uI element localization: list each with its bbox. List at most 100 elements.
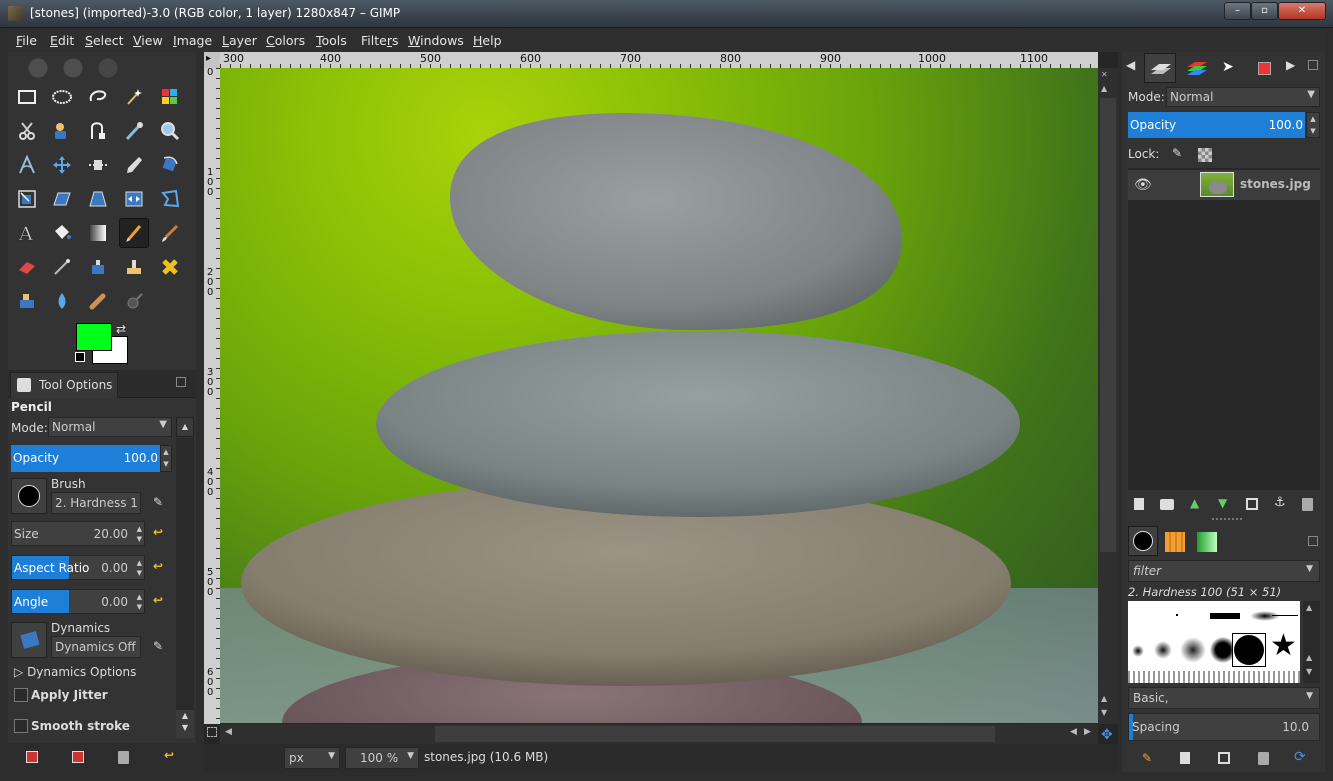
- selected-brush-cell[interactable]: [1232, 633, 1266, 667]
- configure-tab-icon[interactable]: [176, 377, 186, 387]
- layer-opacity-slider[interactable]: Opacity 100.0: [1128, 112, 1305, 138]
- tab-gradients-icon[interactable]: [1197, 532, 1217, 552]
- vertical-ruler[interactable]: 0 1 0 0 2 0 0 3 0 0 4 0 0 5 0 0 6 0 0: [204, 68, 220, 724]
- raise-layer-icon[interactable]: ▲: [1190, 496, 1199, 510]
- menu-edit[interactable]: Edit: [50, 33, 74, 48]
- brush-preset-dropdown[interactable]: Basic, ▼: [1128, 687, 1320, 709]
- tab-brushes[interactable]: [1128, 526, 1158, 556]
- delete-layer-icon[interactable]: [1302, 498, 1313, 511]
- edit-dynamics-icon[interactable]: ✎: [153, 639, 163, 653]
- edit-brush-button-icon[interactable]: ✎: [1142, 751, 1152, 765]
- dynamics-options-expander[interactable]: ▷ Dynamics Options: [14, 665, 136, 679]
- horizontal-ruler[interactable]: 300 400 500 600 700 800 900 1000 1100: [220, 52, 1098, 68]
- apply-jitter-checkbox[interactable]: [14, 688, 28, 702]
- default-colors-icon[interactable]: [75, 352, 85, 362]
- quick-mask-toggle-icon[interactable]: [207, 727, 217, 737]
- crop-tool-icon[interactable]: [119, 150, 149, 180]
- ink-tool-icon[interactable]: [83, 252, 113, 282]
- edit-brush-icon[interactable]: ✎: [153, 495, 163, 509]
- alignment-tool-icon[interactable]: [83, 150, 113, 180]
- scroll-up-button[interactable]: ▲: [176, 417, 194, 437]
- window-titlebar[interactable]: [stones] (imported)-3.0 (RGB color, 1 la…: [0, 0, 1333, 28]
- vertical-scroll-thumb[interactable]: [1100, 98, 1116, 552]
- flip-tool-icon[interactable]: [119, 184, 149, 214]
- navigate-image-icon[interactable]: ✥: [1101, 727, 1113, 743]
- opacity-slider[interactable]: Opacity 100.0: [11, 445, 160, 472]
- layer-row[interactable]: 👁 stones.jpg: [1128, 170, 1320, 200]
- select-by-color-tool-icon[interactable]: [155, 82, 185, 112]
- size-slider[interactable]: Size 20.00 ▲ ▼: [11, 521, 145, 546]
- menu-tools[interactable]: Tools: [316, 33, 347, 48]
- restore-options-icon[interactable]: [72, 751, 84, 763]
- blur-tool-icon[interactable]: [47, 286, 77, 316]
- airbrush-tool-icon[interactable]: [47, 252, 77, 282]
- menu-help[interactable]: Help: [473, 33, 502, 48]
- lower-layer-icon[interactable]: ▼: [1218, 496, 1227, 510]
- maximize-button[interactable]: ▫: [1251, 2, 1278, 20]
- move-tool-icon[interactable]: [47, 150, 77, 180]
- cage-transform-tool-icon[interactable]: [155, 184, 185, 214]
- dynamics-preview-button[interactable]: [11, 622, 47, 658]
- paths-tool-icon[interactable]: [83, 116, 113, 146]
- scroll-down-button[interactable]: ▲ ▼: [176, 710, 194, 738]
- horizontal-scrollbar[interactable]: ◀ ◀ ▶: [220, 724, 1098, 744]
- blend-tool-icon[interactable]: [83, 218, 113, 248]
- configure-layers-tab-icon[interactable]: [1308, 60, 1318, 70]
- new-brush-icon[interactable]: [1180, 752, 1190, 764]
- panel-resize-handle[interactable]: [1212, 518, 1242, 521]
- lock-pixels-icon[interactable]: ✎: [1172, 146, 1182, 160]
- eye-visibility-icon[interactable]: 👁: [1134, 177, 1152, 193]
- menu-filters[interactable]: Filters: [361, 33, 398, 48]
- spacing-slider[interactable]: Spacing 10.0: [1128, 713, 1320, 741]
- brush-preview-button[interactable]: [11, 478, 47, 514]
- smudge-tool-icon[interactable]: [83, 286, 113, 316]
- smooth-stroke-checkbox[interactable]: [14, 719, 28, 733]
- brush-grid[interactable]: ★: [1128, 601, 1300, 683]
- text-tool-icon[interactable]: A: [12, 218, 42, 248]
- layer-opacity-spin-button[interactable]: ▲ ▼: [1306, 112, 1320, 138]
- menu-colors[interactable]: Colors: [266, 33, 305, 48]
- horizontal-scroll-thumb[interactable]: [435, 726, 995, 742]
- tab-patterns-icon[interactable]: [1165, 532, 1185, 552]
- paintbrush-tool-icon[interactable]: [155, 218, 185, 248]
- lock-alpha-icon[interactable]: [1198, 148, 1212, 162]
- menu-file[interactable]: File: [16, 33, 37, 48]
- tool-options-scrollbar[interactable]: [176, 438, 194, 710]
- configure-brushes-tab-icon[interactable]: [1308, 536, 1318, 546]
- dock-scroll-left-icon[interactable]: ◀: [1126, 58, 1135, 72]
- menu-image[interactable]: Image: [173, 33, 212, 48]
- dynamics-field[interactable]: Dynamics Off: [51, 636, 141, 658]
- measure-tool-icon[interactable]: [12, 150, 42, 180]
- delete-options-icon[interactable]: [118, 751, 129, 764]
- tool-options-tab[interactable]: Tool Options: [10, 372, 118, 398]
- anchor-layer-icon[interactable]: ⚓: [1274, 495, 1286, 510]
- foreground-select-tool-icon[interactable]: [47, 116, 77, 146]
- layers-list[interactable]: 👁 stones.jpg: [1128, 168, 1320, 490]
- menu-windows[interactable]: Windows: [408, 33, 464, 48]
- perspective-tool-icon[interactable]: [83, 184, 113, 214]
- reset-size-icon[interactable]: ↩: [153, 525, 163, 539]
- menu-select[interactable]: Select: [85, 33, 124, 48]
- swap-colors-icon[interactable]: ⇄: [116, 322, 126, 336]
- close-window-button[interactable]: ✕: [1278, 2, 1326, 20]
- tab-layers[interactable]: [1144, 53, 1176, 83]
- zoom-dropdown[interactable]: 100 % ▼: [345, 747, 419, 769]
- scale-tool-icon[interactable]: [12, 184, 42, 214]
- new-layer-icon[interactable]: [1134, 498, 1144, 510]
- free-select-tool-icon[interactable]: [83, 82, 113, 112]
- brush-filter-input[interactable]: filter ▼: [1128, 560, 1320, 582]
- perspective-clone-tool-icon[interactable]: [12, 286, 42, 316]
- zoom-tool-icon[interactable]: [155, 116, 185, 146]
- pencil-tool-icon[interactable]: [119, 218, 149, 248]
- angle-slider[interactable]: Angle 0.00 ▲ ▼: [11, 589, 145, 614]
- rotate-tool-icon[interactable]: [155, 150, 185, 180]
- ellipse-select-tool-icon[interactable]: [47, 82, 77, 112]
- tab-paths-pointer-icon[interactable]: ➤: [1222, 59, 1234, 75]
- unit-dropdown[interactable]: px ▼: [284, 747, 340, 769]
- color-picker-tool-icon[interactable]: [119, 116, 149, 146]
- vertical-scrollbar[interactable]: ✕ ▲ ▲ ▼: [1098, 68, 1118, 724]
- ruler-corner[interactable]: ▸: [204, 52, 220, 68]
- opacity-spin-button[interactable]: ▲ ▼: [160, 445, 172, 472]
- aspect-ratio-slider[interactable]: Aspect Ratio 0.00 ▲ ▼: [11, 555, 145, 580]
- tab-undo-history-icon[interactable]: [1258, 62, 1271, 75]
